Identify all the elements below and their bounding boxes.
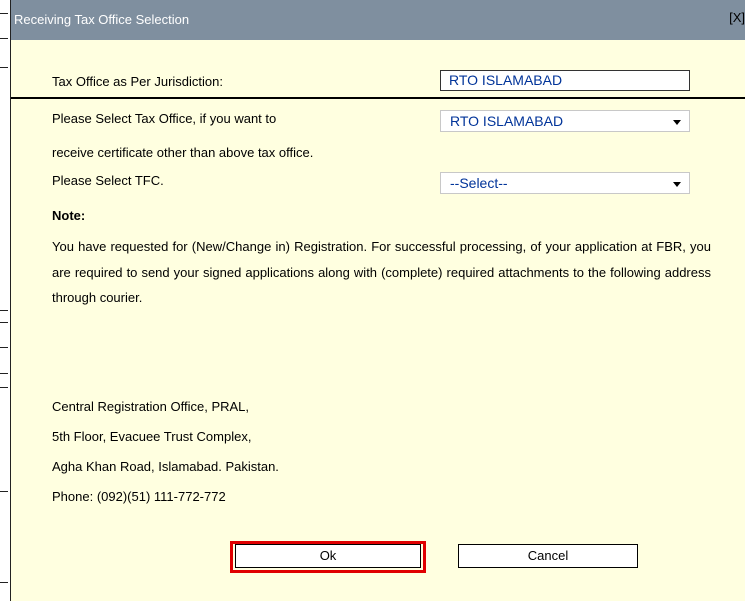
background-page-line — [0, 322, 8, 323]
background-page-line — [0, 13, 8, 14]
background-page-line — [0, 310, 8, 311]
background-page-line — [0, 373, 8, 374]
chevron-down-icon — [673, 182, 681, 187]
background-page-line — [0, 67, 8, 68]
receiving-tax-office-dialog: Receiving Tax Office Selection [X] Tax O… — [11, 0, 745, 601]
tfc-selected-value: --Select-- — [450, 175, 508, 191]
background-page-line — [0, 387, 8, 388]
background-page-line — [0, 347, 8, 348]
tax-office-select[interactable]: RTO ISLAMABAD — [440, 110, 690, 132]
close-button[interactable]: [X] — [729, 10, 745, 25]
tax-office-label-line2: receive certificate other than above tax… — [52, 145, 314, 160]
ok-button[interactable]: Ok — [235, 544, 421, 568]
background-page-line — [0, 491, 8, 492]
address-line-1: Central Registration Office, PRAL, — [52, 399, 250, 414]
tfc-select[interactable]: --Select-- — [440, 172, 690, 194]
section-divider — [11, 97, 745, 99]
cancel-button[interactable]: Cancel — [458, 544, 638, 568]
background-page-line — [0, 582, 8, 583]
note-paragraph: You have requested for (New/Change in) R… — [52, 239, 711, 305]
chevron-down-icon — [673, 120, 681, 125]
phone-line: Phone: (092)(51) 111-772-772 — [52, 489, 226, 504]
address-line-2: 5th Floor, Evacuee Trust Complex, — [52, 429, 252, 444]
address-line-3: Agha Khan Road, Islamabad. Pakistan. — [52, 459, 279, 474]
background-page-line — [0, 38, 8, 39]
dialog-titlebar[interactable]: Receiving Tax Office Selection [X] — [11, 0, 745, 40]
tax-office-selected-value: RTO ISLAMABAD — [450, 113, 564, 129]
jurisdiction-value-field: RTO ISLAMABAD — [440, 70, 690, 91]
dialog-title: Receiving Tax Office Selection — [14, 12, 190, 27]
jurisdiction-label: Tax Office as Per Jurisdiction: — [52, 74, 223, 89]
tax-office-label-line1: Please Select Tax Office, if you want to — [52, 111, 277, 126]
tfc-label: Please Select TFC. — [52, 173, 164, 188]
note-heading: Note: — [52, 208, 86, 223]
